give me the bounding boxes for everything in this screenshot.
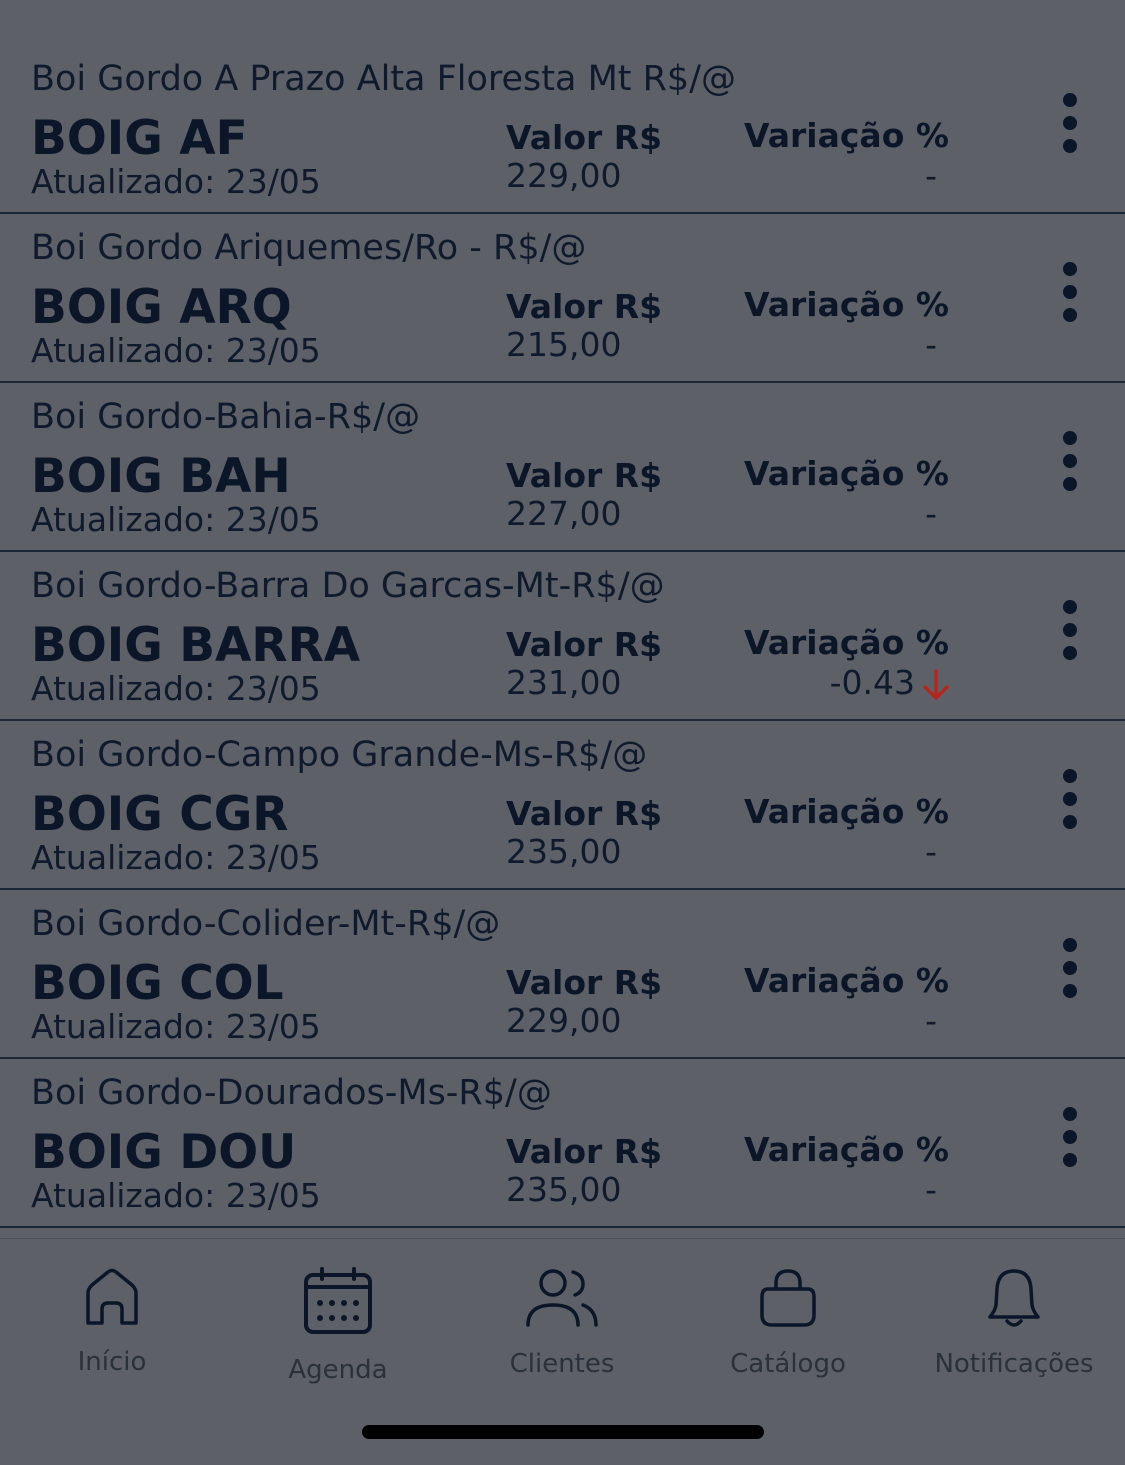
variacao-value: -0.43 [829,663,915,702]
variacao-label: Variação % [744,961,949,1000]
quote-updated: Atualizado: 23/05 [31,838,321,877]
quote-row[interactable]: Boi Gordo-Campo Grande-Ms-R$/@ BOIG CGR … [0,721,1125,890]
quote-code: BOIG AF [31,111,248,166]
tab-label: Catálogo [730,1349,846,1379]
home-icon [86,1268,138,1325]
tab-clientes[interactable]: Clientes [472,1267,652,1379]
quote-row[interactable]: Boi Gordo-Bahia-R$/@ BOIG BAH Atualizado… [0,383,1125,552]
valor-label: Valor R$ [506,287,663,326]
more-options-icon[interactable] [1055,262,1085,322]
variacao-label: Variação % [744,1130,949,1169]
more-options-icon[interactable] [1055,600,1085,660]
quote-name: Boi Gordo Ariquemes/Ro - R$/@ [31,228,587,268]
quote-code: BOIG CGR [31,787,289,842]
variacao-label: Variação % [744,116,949,155]
more-options-icon[interactable] [1055,431,1085,491]
quote-code: BOIG BAH [31,449,291,504]
more-options-icon[interactable] [1055,938,1085,998]
more-options-icon[interactable] [1055,93,1085,153]
tab-label: Notificações [934,1349,1094,1379]
valor-label: Valor R$ [506,963,663,1002]
variacao-label: Variação % [744,792,949,831]
tab-inicio[interactable]: Início [22,1267,202,1377]
tab-label: Agenda [288,1355,388,1385]
variacao-value: - [925,1001,937,1040]
quote-name: Boi Gordo-Dourados-Ms-R$/@ [31,1073,552,1113]
quote-updated: Atualizado: 23/05 [31,669,321,708]
quote-code: BOIG DOU [31,1125,297,1180]
bell-icon [988,1269,1040,1327]
quote-code: BOIG BARRA [31,618,361,673]
valor-value: 227,00 [506,494,622,533]
quote-updated: Atualizado: 23/05 [31,1176,321,1215]
quote-list: Boi Gordo A Prazo Alta Floresta Mt R$/@ … [0,45,1125,1228]
quote-name: Boi Gordo-Bahia-R$/@ [31,397,421,437]
variacao-value: - [925,325,937,364]
arrow-down-icon [923,669,949,700]
valor-value: 229,00 [506,156,622,195]
valor-value: 235,00 [506,832,622,871]
quote-updated: Atualizado: 23/05 [31,331,321,370]
quote-row[interactable]: Boi Gordo A Prazo Alta Floresta Mt R$/@ … [0,45,1125,214]
quote-updated: Atualizado: 23/05 [31,162,321,201]
tab-label: Início [77,1347,147,1377]
variacao-label: Variação % [744,454,949,493]
valor-value: 235,00 [506,1170,622,1209]
quote-name: Boi Gordo-Colider-Mt-R$/@ [31,904,501,944]
valor-label: Valor R$ [506,794,663,833]
home-indicator[interactable] [362,1425,764,1439]
more-options-icon[interactable] [1055,1107,1085,1167]
variacao-label: Variação % [744,623,949,662]
quote-name: Boi Gordo A Prazo Alta Floresta Mt R$/@ [31,59,736,99]
tab-label: Clientes [509,1349,615,1379]
more-options-icon[interactable] [1055,769,1085,829]
bag-icon [760,1269,816,1327]
valor-label: Valor R$ [506,1132,663,1171]
valor-label: Valor R$ [506,625,663,664]
quote-updated: Atualizado: 23/05 [31,500,321,539]
variacao-value: - [925,1170,937,1209]
quote-row[interactable]: Boi Gordo-Dourados-Ms-R$/@ BOIG DOU Atua… [0,1059,1125,1228]
variacao-value: - [925,832,937,871]
valor-label: Valor R$ [506,456,663,495]
variacao-value: - [925,156,937,195]
quote-name: Boi Gordo-Barra Do Garcas-Mt-R$/@ [31,566,665,606]
variacao-value: - [925,494,937,533]
quote-code: BOIG ARQ [31,280,292,335]
quote-code: BOIG COL [31,956,284,1011]
quote-row[interactable]: Boi Gordo-Colider-Mt-R$/@ BOIG COL Atual… [0,890,1125,1059]
quote-row[interactable]: Boi Gordo Ariquemes/Ro - R$/@ BOIG ARQ A… [0,214,1125,383]
valor-value: 229,00 [506,1001,622,1040]
tab-notificacoes[interactable]: Notificações [924,1267,1104,1379]
tab-agenda[interactable]: Agenda [248,1267,428,1385]
quote-name: Boi Gordo-Campo Grande-Ms-R$/@ [31,735,648,775]
valor-label: Valor R$ [506,118,663,157]
users-icon [526,1269,598,1327]
variacao-label: Variação % [744,285,949,324]
calendar-icon [304,1267,372,1334]
tab-catalogo[interactable]: Catálogo [698,1267,878,1379]
quote-row[interactable]: Boi Gordo-Barra Do Garcas-Mt-R$/@ BOIG B… [0,552,1125,721]
valor-value: 215,00 [506,325,622,364]
quote-updated: Atualizado: 23/05 [31,1007,321,1046]
valor-value: 231,00 [506,663,622,702]
